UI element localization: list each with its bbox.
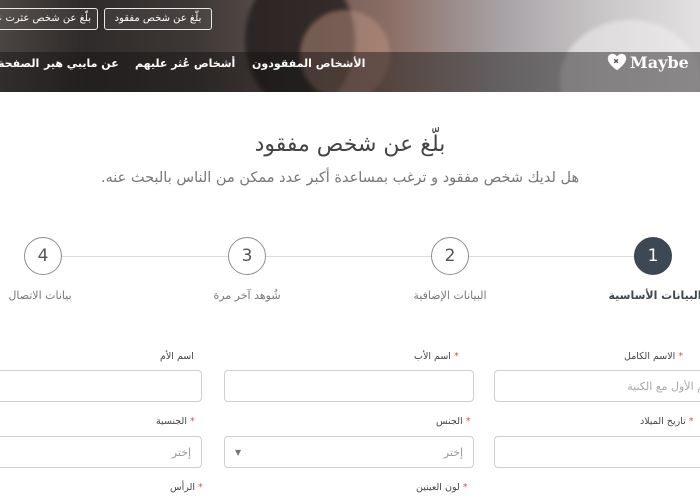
report-missing-button[interactable]: بلّغ عن شخص مفقود <box>104 8 212 30</box>
step-1-circle[interactable]: 1 <box>634 237 672 275</box>
step-1-label: البيانات الأساسية <box>608 289 700 302</box>
logo[interactable]: Maybe <box>606 50 689 74</box>
birth-date-label: * تاريخ الميلاد <box>640 416 694 427</box>
gender-select-value: إختر <box>443 445 463 459</box>
step-connector <box>468 256 636 257</box>
nav-missing-people[interactable]: الأشخاص المفقودون <box>252 57 365 73</box>
required-marker: * <box>465 416 471 427</box>
required-marker: * <box>688 416 694 427</box>
nav-home[interactable]: الصفحة <box>0 57 39 73</box>
step-connector <box>62 256 230 257</box>
step-connector <box>266 256 432 257</box>
eye-color-label: * لون العينين <box>416 482 468 493</box>
gender-label: * الجنس <box>436 416 471 427</box>
nationality-select[interactable]: إختر <box>0 436 202 468</box>
required-marker: * <box>678 351 684 362</box>
mother-name-label: اسم الأم <box>160 351 194 362</box>
header-banner: بلّغ عن شخص مفقود بلّغ عن شخص عثرت عليه … <box>0 0 700 92</box>
step-3-circle[interactable]: 3 <box>228 237 266 275</box>
required-marker: * <box>462 482 468 493</box>
step-4-label: بيانات الاتصال <box>8 289 72 302</box>
caret-down-icon: ▼ <box>235 447 242 457</box>
step-3-label: شُوهد آخر مرة <box>213 289 281 302</box>
page-subtitle: هل لديك شخص مفقود و ترغب بمساعدة أكبر عد… <box>100 170 580 186</box>
required-marker: * <box>453 351 459 362</box>
required-marker: * <box>190 416 195 427</box>
logo-text: Maybe <box>630 52 689 72</box>
head-label: * الرأس <box>170 482 203 493</box>
father-name-input[interactable] <box>224 370 474 402</box>
father-name-label: * اسم الأب <box>414 351 459 362</box>
nav-found-people[interactable]: أشخاص عُثر عليهم <box>135 57 235 73</box>
step-2-circle[interactable]: 2 <box>431 237 469 275</box>
nav-about[interactable]: عن مايبي هير <box>44 57 119 73</box>
full-name-input[interactable] <box>494 370 700 402</box>
required-marker: * <box>198 482 203 493</box>
mother-name-input[interactable] <box>0 370 202 402</box>
step-2-label: البيانات الإضافية <box>413 289 487 302</box>
birth-date-input[interactable] <box>494 436 700 468</box>
full-name-label: * الاسم الكامل <box>624 351 684 362</box>
report-found-button[interactable]: بلّغ عن شخص عثرت عليه <box>0 8 98 30</box>
step-4-circle[interactable]: 4 <box>24 237 62 275</box>
heart-icon <box>607 53 627 71</box>
nationality-select-value: إختر <box>171 445 191 459</box>
page-title: بلّغ عن شخص مفقود <box>254 132 446 157</box>
gender-select[interactable]: إختر ▼ <box>224 436 474 468</box>
nationality-label: * الجنسية <box>156 416 195 427</box>
